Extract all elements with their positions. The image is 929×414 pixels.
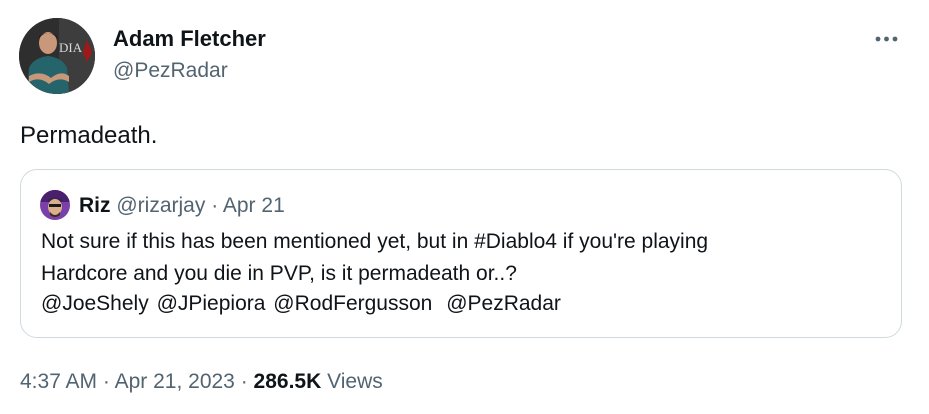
meta-separator: ·	[102, 370, 110, 393]
quoted-text-line-1: Not sure if this has been mentioned yet,…	[41, 230, 709, 253]
quoted-header: Riz @rizarjay · Apr 21	[79, 194, 285, 218]
author-avatar[interactable]: DIA	[19, 18, 95, 94]
avatar-logo-text: DIA	[59, 40, 83, 55]
mention-link: @JoeShely	[41, 292, 149, 315]
quoted-separator: ·	[211, 194, 219, 217]
tweet-time[interactable]: 4:37 AM	[20, 370, 97, 393]
author-handle[interactable]: @PezRadar	[113, 59, 228, 83]
quoted-mentions: @JoeShely @JPiepiora @RodFergusson @PezR…	[41, 292, 563, 316]
author-name[interactable]: Adam Fletcher	[113, 26, 266, 52]
quoted-date[interactable]: Apr 21	[223, 194, 285, 217]
more-options-button[interactable]	[873, 27, 903, 51]
mention-link: @PezRadar	[446, 292, 561, 315]
quoted-author-name[interactable]: Riz	[79, 194, 111, 217]
quoted-tweet-card[interactable]: Riz @rizarjay · Apr 21 Not sure if this …	[20, 169, 902, 338]
meta-separator: ·	[240, 370, 248, 393]
views-count: 286.5K	[253, 370, 322, 393]
more-horizontal-icon	[875, 36, 898, 42]
mention-link: @RodFergusson	[273, 292, 433, 315]
views-label: Views	[327, 370, 383, 393]
quoted-text-line-2: Hardcore and you die in PVP, is it perma…	[41, 262, 517, 285]
quoted-author-handle[interactable]: @rizarjay	[116, 194, 205, 217]
tweet-meta: 4:37 AM · Apr 21, 2023 · 286.5K Views	[20, 370, 383, 394]
mention-link: @JPiepiora	[156, 292, 266, 315]
tweet-text: Permadeath.	[20, 122, 158, 149]
tweet-date[interactable]: Apr 21, 2023	[115, 370, 235, 393]
quoted-avatar[interactable]	[40, 190, 70, 220]
